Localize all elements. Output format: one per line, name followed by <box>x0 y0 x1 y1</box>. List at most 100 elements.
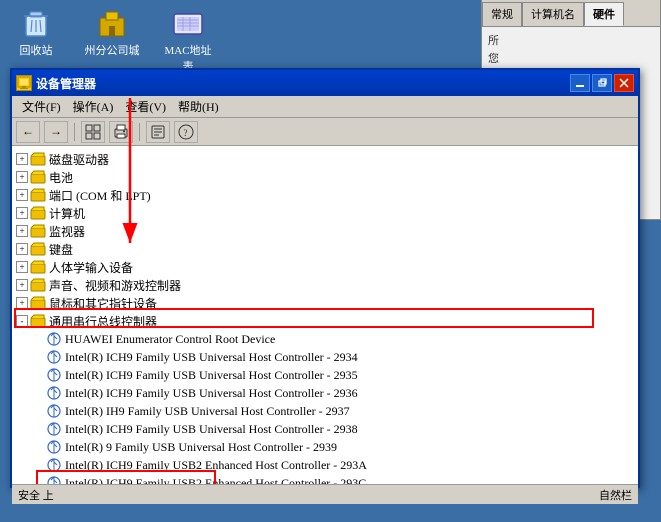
usb-controller-label: 通用串行总线控制器 <box>49 313 157 330</box>
recycle-bin-label: 回收站 <box>20 42 53 58</box>
desktop-icon-recycle[interactable]: 回收站 <box>8 8 64 74</box>
tree-item-intel-2938[interactable]: Intel(R) ICH9 Family USB Universal Host … <box>12 420 638 438</box>
huawei-usb-icon <box>46 331 62 347</box>
toolbar: ← → <box>12 118 638 146</box>
disk-label: 磁盘驱动器 <box>49 151 109 168</box>
toolbar-sep-1 <box>74 123 75 141</box>
keyboard-label: 键盘 <box>49 241 73 258</box>
tree-item-intel-2935[interactable]: Intel(R) ICH9 Family USB Universal Host … <box>12 366 638 384</box>
hid-icon <box>30 259 46 275</box>
recycle-bin-icon <box>20 8 52 40</box>
audio-icon <box>30 277 46 293</box>
monitor-icon <box>30 223 46 239</box>
tree-item-mouse[interactable]: + 鼠标和其它指针设备 <box>12 294 638 312</box>
tree-item-disk[interactable]: + 磁盘驱动器 <box>12 150 638 168</box>
tree-item-huawei[interactable]: HUAWEI Enumerator Control Root Device <box>12 330 638 348</box>
devmgr-window-icon <box>16 75 32 91</box>
desktop-icon-company[interactable]: 州分公司城 <box>84 8 140 74</box>
devmgr-window: 设备管理器 <box>10 68 640 488</box>
expand-usb[interactable]: - <box>16 315 28 327</box>
menu-file[interactable]: 文件(F) <box>16 96 67 117</box>
intel-2938-label: Intel(R) ICH9 Family USB Universal Host … <box>65 422 358 437</box>
usb-icon-2936 <box>46 385 62 401</box>
expand-audio[interactable]: + <box>16 279 28 291</box>
toolbar-sep-2 <box>139 123 140 141</box>
menu-action[interactable]: 操作(A) <box>67 96 120 117</box>
desktop-icon-mac[interactable]: MAC地址表 <box>160 8 216 74</box>
expand-mouse[interactable]: + <box>16 297 28 309</box>
expand-monitor[interactable]: + <box>16 225 28 237</box>
battery-icon <box>30 169 46 185</box>
intel-293a-label: Intel(R) ICH9 Family USB2 Enhanced Host … <box>65 458 367 473</box>
expand-disk[interactable]: + <box>16 153 28 165</box>
tree-item-usb-controller[interactable]: - 通用串行总线控制器 <box>12 312 638 330</box>
close-button[interactable] <box>614 74 634 92</box>
help-button[interactable]: ? <box>174 121 198 143</box>
properties-button[interactable] <box>146 121 170 143</box>
battery-label: 电池 <box>49 169 73 186</box>
window-title: 设备管理器 <box>36 75 570 92</box>
mouse-label: 鼠标和其它指针设备 <box>49 295 157 312</box>
restore-button[interactable] <box>592 74 612 92</box>
back-button[interactable]: ← <box>16 121 40 143</box>
menu-view[interactable]: 查看(V) <box>119 96 172 117</box>
tree-item-intel-293a[interactable]: Intel(R) ICH9 Family USB2 Enhanced Host … <box>12 456 638 474</box>
usb-icon-2935 <box>46 367 62 383</box>
monitor-label: 监视器 <box>49 223 85 240</box>
expand-port[interactable]: + <box>16 189 28 201</box>
usb-icon-2939 <box>46 439 62 455</box>
tree-item-intel-2937[interactable]: Intel(R) IH9 Family USB Universal Host C… <box>12 402 638 420</box>
intel-2937-label: Intel(R) IH9 Family USB Universal Host C… <box>65 404 350 419</box>
tree-item-intel-2936[interactable]: Intel(R) ICH9 Family USB Universal Host … <box>12 384 638 402</box>
forward-button[interactable]: → <box>44 121 68 143</box>
intel-293c-label: Intel(R) ICH9 Family USB2 Enhanced Host … <box>65 476 366 485</box>
show-grid-button[interactable] <box>81 121 105 143</box>
port-label: 端口 (COM 和 LPT) <box>49 187 151 204</box>
tree-item-keyboard[interactable]: + 键盘 <box>12 240 638 258</box>
usb-icon-293c <box>46 475 62 484</box>
svg-text:?: ? <box>184 128 188 138</box>
computer-icon <box>30 205 46 221</box>
tab-general[interactable]: 常规 <box>482 2 522 26</box>
audio-label: 声音、视频和游戏控制器 <box>49 277 181 294</box>
tree-item-port[interactable]: + 端口 (COM 和 LPT) <box>12 186 638 204</box>
tree-item-intel-2934[interactable]: Intel(R) ICH9 Family USB Universal Host … <box>12 348 638 366</box>
intel-2934-label: Intel(R) ICH9 Family USB Universal Host … <box>65 350 358 365</box>
title-bar: 设备管理器 <box>12 70 638 96</box>
tree-area[interactable]: + 磁盘驱动器 + 电池 + 端口 (COM 和 LPT) <box>12 146 638 484</box>
status-bar: 安全 上 自然栏 <box>12 484 638 504</box>
intel-2936-label: Intel(R) ICH9 Family USB Universal Host … <box>65 386 358 401</box>
expand-hid[interactable]: + <box>16 261 28 273</box>
mouse-icon <box>30 295 46 311</box>
tab-hardware[interactable]: 硬件 <box>584 2 624 26</box>
print-button[interactable] <box>109 121 133 143</box>
desktop-icons: 回收站 州分公司城 <box>8 8 216 74</box>
expand-keyboard[interactable]: + <box>16 243 28 255</box>
menu-help[interactable]: 帮助(H) <box>172 96 225 117</box>
computer-label: 计算机 <box>49 205 85 222</box>
company-icon <box>96 8 128 40</box>
expand-computer[interactable]: + <box>16 207 28 219</box>
usb-icon-2934 <box>46 349 62 365</box>
minimize-button[interactable] <box>570 74 590 92</box>
usb-icon-2937 <box>46 403 62 419</box>
desktop: 回收站 州分公司城 <box>0 0 661 522</box>
tree-item-audio[interactable]: + 声音、视频和游戏控制器 <box>12 276 638 294</box>
tree-item-computer[interactable]: + 计算机 <box>12 204 638 222</box>
usb-controller-icon <box>30 313 46 329</box>
tree-item-hid[interactable]: + 人体学输入设备 <box>12 258 638 276</box>
keyboard-icon <box>30 241 46 257</box>
window-buttons <box>570 74 634 92</box>
mac-icon <box>172 8 204 40</box>
tree-item-monitor[interactable]: + 监视器 <box>12 222 638 240</box>
tree-item-intel-293c[interactable]: Intel(R) ICH9 Family USB2 Enhanced Host … <box>12 474 638 484</box>
port-icon <box>30 187 46 203</box>
company-label: 州分公司城 <box>85 42 140 58</box>
tree-item-battery[interactable]: + 电池 <box>12 168 638 186</box>
hid-label: 人体学输入设备 <box>49 259 133 276</box>
tab-computer-name[interactable]: 计算机名 <box>522 2 584 26</box>
expand-battery[interactable]: + <box>16 171 28 183</box>
tree-item-intel-2939[interactable]: Intel(R) 9 Family USB Universal Host Con… <box>12 438 638 456</box>
status-left: 安全 上 <box>18 487 54 503</box>
disk-icon <box>30 151 46 167</box>
